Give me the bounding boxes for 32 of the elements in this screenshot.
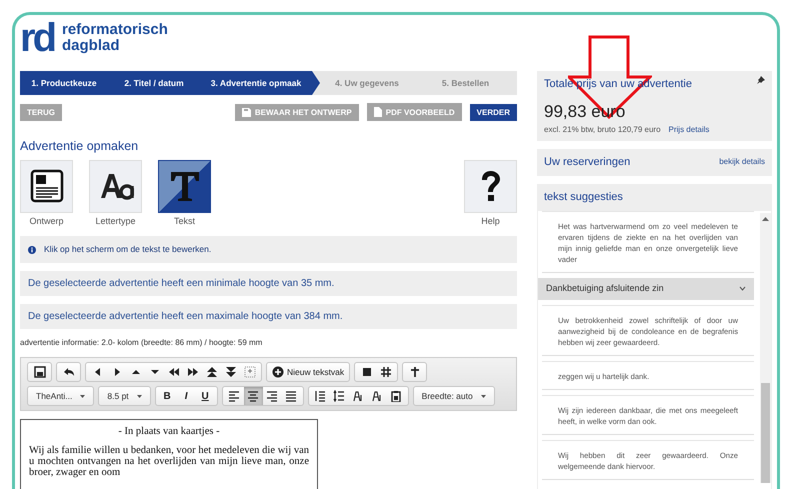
logo-text: reformatorisch — [62, 22, 168, 38]
tool-label: Ontwerp — [28, 214, 64, 228]
tool-label: Tekst — [172, 214, 196, 228]
group-header[interactable]: Dankbetuiging afsluitende zin — [538, 278, 754, 300]
step-tab[interactable]: 1. Productkeuze — [20, 71, 108, 95]
logo-text: dagblad — [62, 38, 121, 54]
preview-title: - In plaats van kaartjes - — [117, 425, 221, 439]
font-dropdown[interactable]: TheAnti... — [30, 387, 92, 405]
preview-text: Wij als familie willen u bedanken, voor het medeleven die wij van u mochten ontvangen na het overlijden van mijn lieve man, onze broer, zwager en oom — [29, 444, 309, 478]
new-textbox-button[interactable]: Nieuw tekstvak — [269, 363, 348, 381]
step-tab[interactable]: 2. Titel / datum — [108, 71, 200, 95]
info-text: Klik op het scherm om de tekst te bewerken. — [44, 243, 212, 256]
ad-info-text: advertentie informatie: 2.0- kolom (breedte: 86 mm) / hoogte: 59 mm — [20, 337, 264, 349]
next-button[interactable]: VERDER — [470, 104, 517, 120]
price-details-link[interactable]: Prijs details — [668, 124, 710, 136]
width-dropdown[interactable]: Breedte: auto — [416, 387, 492, 405]
panel-title: tekst suggesties — [544, 190, 623, 202]
step-tab[interactable]: 3. Advertentie opmaak — [200, 71, 320, 95]
ad-preview[interactable]: - In plaats van kaartjes - Wij als familie willen u bedanken, voor het medeleven die wij van u mochten ontvangen na het overlijden van mijn lieve man, onze broer, zwager en oom — [20, 419, 318, 489]
view-details-link[interactable]: bekijk details — [719, 156, 765, 168]
bold-button[interactable]: B — [158, 387, 177, 405]
panel-title: Uw reserveringen — [544, 155, 630, 170]
notice-text: De geselecteerde advertentie heeft een minimale hoogte van 35 mm. — [28, 278, 334, 289]
price-detail: excl. 21% btw, bruto 120,79 euro — [544, 124, 661, 136]
tool-label: Help — [480, 214, 501, 228]
notice-text: De geselecteerde advertentie heeft een maximale hoogte van 384 mm. — [28, 311, 343, 322]
section-title: Advertentie opmaken — [20, 138, 140, 155]
logo-mark: rd — [20, 21, 54, 55]
underline-button[interactable]: U — [196, 387, 215, 405]
italic-button[interactable]: I — [176, 387, 196, 405]
tool-label: Lettertype — [94, 214, 137, 228]
size-dropdown[interactable]: 8.5 pt — [101, 387, 148, 405]
